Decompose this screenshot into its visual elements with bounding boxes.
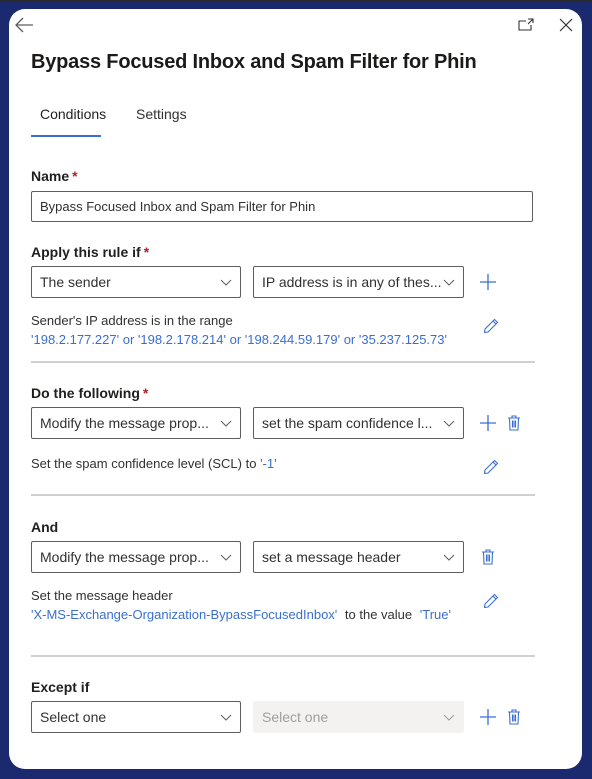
chevron-down-icon bbox=[443, 276, 455, 288]
pencil-icon bbox=[483, 459, 499, 475]
pencil-icon bbox=[483, 593, 499, 609]
select-value: set a message header bbox=[262, 549, 401, 565]
select-value: Select one bbox=[40, 709, 107, 725]
condition-description: Sender's IP address is in the range '198… bbox=[31, 311, 447, 349]
condition-description-text: Sender's IP address is in the range bbox=[31, 313, 233, 328]
section-divider bbox=[31, 494, 535, 496]
delete-exception-button[interactable] bbox=[504, 707, 524, 727]
edit-action-button[interactable] bbox=[481, 457, 501, 477]
select-value: Modify the message prop... bbox=[40, 415, 209, 431]
header-value-link[interactable]: 'True' bbox=[420, 607, 451, 622]
active-tab-indicator bbox=[31, 135, 101, 137]
and-action-type-select[interactable]: Modify the message prop... bbox=[31, 541, 241, 573]
and-label: And bbox=[31, 519, 59, 535]
and-action-description: Set the message header 'X-MS-Exchange-Or… bbox=[31, 586, 451, 624]
plus-icon bbox=[480, 415, 496, 431]
section-divider bbox=[31, 655, 535, 657]
scl-value-link[interactable]: '-1' bbox=[260, 456, 277, 471]
do-following-label: Do the following * bbox=[31, 385, 148, 401]
delete-action-button[interactable] bbox=[504, 413, 524, 433]
chevron-down-icon bbox=[220, 417, 232, 429]
action-type-select[interactable]: Modify the message prop... bbox=[31, 407, 241, 439]
ip-address-values-link[interactable]: '198.2.177.227' or '198.2.178.214' or '1… bbox=[31, 330, 447, 349]
add-condition-button[interactable] bbox=[478, 272, 498, 292]
select-value: Modify the message prop... bbox=[40, 549, 209, 565]
and-action-description-text: Set the message header bbox=[31, 588, 173, 603]
action-description-text: Set the spam confidence level (SCL) to bbox=[31, 456, 257, 471]
trash-icon bbox=[481, 549, 495, 565]
back-button[interactable] bbox=[12, 14, 36, 36]
condition-subject-select[interactable]: The sender bbox=[31, 266, 241, 298]
select-value: The sender bbox=[40, 274, 111, 290]
close-button[interactable] bbox=[555, 14, 577, 36]
tab-conditions[interactable]: Conditions bbox=[40, 106, 106, 122]
page-title: Bypass Focused Inbox and Spam Filter for… bbox=[31, 51, 477, 73]
section-divider bbox=[31, 361, 535, 363]
name-label: Name * bbox=[31, 168, 78, 184]
tab-settings[interactable]: Settings bbox=[136, 106, 187, 122]
chevron-down-icon bbox=[220, 276, 232, 288]
chevron-down-icon bbox=[443, 417, 455, 429]
header-name-link[interactable]: 'X-MS-Exchange-Organization-BypassFocuse… bbox=[31, 607, 337, 622]
edit-condition-button[interactable] bbox=[481, 316, 501, 336]
exception-subject-select[interactable]: Select one bbox=[31, 701, 241, 733]
select-value: Select one bbox=[262, 709, 329, 725]
chevron-down-icon bbox=[443, 711, 455, 723]
except-if-label: Except if bbox=[31, 679, 90, 695]
required-marker: * bbox=[142, 385, 149, 401]
exception-predicate-select: Select one bbox=[253, 701, 464, 733]
plus-icon bbox=[480, 709, 496, 725]
required-marker: * bbox=[143, 244, 150, 260]
to-the-value-text: to the value bbox=[344, 607, 413, 622]
pencil-icon bbox=[483, 318, 499, 334]
trash-icon bbox=[507, 415, 521, 431]
close-icon bbox=[559, 18, 573, 32]
plus-icon bbox=[480, 274, 496, 290]
select-value: IP address is in any of thes... bbox=[262, 274, 442, 290]
do-following-label-text: Do the following bbox=[31, 385, 140, 401]
rule-panel: Bypass Focused Inbox and Spam Filter for… bbox=[9, 9, 582, 769]
chevron-down-icon bbox=[443, 551, 455, 563]
arrow-left-icon bbox=[14, 17, 34, 33]
name-input[interactable]: Bypass Focused Inbox and Spam Filter for… bbox=[31, 191, 533, 222]
select-value: set the spam confidence l... bbox=[262, 415, 433, 431]
add-exception-button[interactable] bbox=[478, 707, 498, 727]
action-description: Set the spam confidence level (SCL) to '… bbox=[31, 454, 277, 473]
apply-rule-label-text: Apply this rule if bbox=[31, 244, 141, 260]
and-action-detail-select[interactable]: set a message header bbox=[253, 541, 464, 573]
delete-and-action-button[interactable] bbox=[478, 547, 498, 567]
apply-rule-label: Apply this rule if * bbox=[31, 244, 149, 260]
required-marker: * bbox=[72, 168, 78, 184]
chevron-down-icon bbox=[220, 711, 232, 723]
trash-icon bbox=[507, 709, 521, 725]
edit-and-action-button[interactable] bbox=[481, 591, 501, 611]
name-label-text: Name bbox=[31, 168, 70, 184]
condition-predicate-select[interactable]: IP address is in any of thes... bbox=[253, 266, 464, 298]
chevron-down-icon bbox=[220, 551, 232, 563]
add-action-button[interactable] bbox=[478, 413, 498, 433]
action-detail-select[interactable]: set the spam confidence l... bbox=[253, 407, 464, 439]
popout-button[interactable] bbox=[515, 15, 537, 35]
open-in-new-window-icon bbox=[518, 18, 534, 32]
